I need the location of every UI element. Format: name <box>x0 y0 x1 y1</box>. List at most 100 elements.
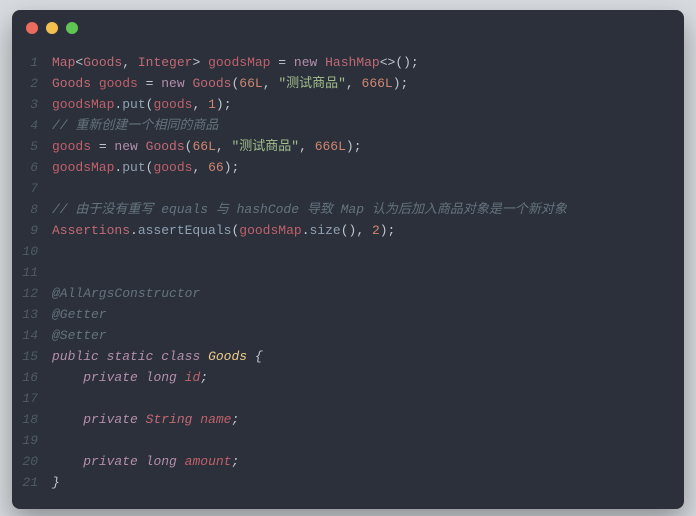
code-line[interactable]: 11 <box>12 262 684 283</box>
token: = <box>270 55 293 70</box>
code-content[interactable]: goods = new Goods(66L, "测试商品", 666L); <box>52 136 362 157</box>
token <box>99 349 107 364</box>
code-line[interactable]: 21} <box>12 472 684 493</box>
code-content[interactable]: goodsMap.put(goods, 1); <box>52 94 232 115</box>
token: // 重新创建一个相同的商品 <box>52 118 218 133</box>
token: , <box>299 139 315 154</box>
code-line[interactable]: 18 private String name; <box>12 409 684 430</box>
code-editor[interactable]: 1 Map<Goods, Integer> goodsMap = new Hash… <box>12 46 684 509</box>
token <box>52 370 83 385</box>
token <box>52 454 83 469</box>
token <box>138 139 146 154</box>
code-content[interactable]: @Getter <box>52 304 107 325</box>
token: static <box>107 349 154 364</box>
code-content[interactable]: goodsMap.put(goods, 66); <box>52 157 239 178</box>
token: = <box>138 76 161 91</box>
token: // 由于没有重写 equals 与 hashCode 导致 Map 认为后加入… <box>52 202 567 217</box>
code-content[interactable]: @Setter <box>52 325 107 346</box>
code-line[interactable]: 8// 由于没有重写 equals 与 hashCode 导致 Map 认为后加… <box>12 199 684 220</box>
line-number: 16 <box>12 367 52 388</box>
code-line[interactable]: 5goods = new Goods(66L, "测试商品", 666L); <box>12 136 684 157</box>
token: ); <box>216 97 232 112</box>
token: @Getter <box>52 307 107 322</box>
line-number: 19 <box>12 430 52 451</box>
code-content[interactable]: Assertions.assertEquals(goodsMap.size(),… <box>52 220 395 241</box>
token: > <box>192 55 208 70</box>
token: "测试商品" <box>231 139 299 154</box>
code-line[interactable]: 16 private long id; <box>12 367 684 388</box>
token: new <box>161 76 184 91</box>
token: private <box>83 412 138 427</box>
code-line[interactable]: 9Assertions.assertEquals(goodsMap.size()… <box>12 220 684 241</box>
code-line[interactable]: 1Map<Goods, Integer> goodsMap = new Hash… <box>12 52 684 73</box>
code-line[interactable]: 4// 重新创建一个相同的商品 <box>12 115 684 136</box>
code-line[interactable]: 10 <box>12 241 684 262</box>
code-line[interactable]: 7 <box>12 178 684 199</box>
token <box>177 370 185 385</box>
token: id <box>185 370 201 385</box>
token: 1 <box>208 97 216 112</box>
code-line[interactable]: 20 private long amount; <box>12 451 684 472</box>
code-content[interactable]: Goods goods = new Goods(66L, "测试商品", 666… <box>52 73 408 94</box>
code-content[interactable]: @AllArgsConstructor <box>52 283 200 304</box>
code-line[interactable]: 17 <box>12 388 684 409</box>
zoom-icon[interactable] <box>66 22 78 34</box>
code-content[interactable]: } <box>52 472 60 493</box>
code-line[interactable]: 13@Getter <box>12 304 684 325</box>
minimize-icon[interactable] <box>46 22 58 34</box>
token: goodsMap <box>239 223 301 238</box>
code-line[interactable]: 14@Setter <box>12 325 684 346</box>
token <box>138 454 146 469</box>
token: 66L <box>192 139 215 154</box>
code-line[interactable]: 15public static class Goods { <box>12 346 684 367</box>
code-line[interactable]: 3goodsMap.put(goods, 1); <box>12 94 684 115</box>
token: long <box>146 454 177 469</box>
code-content[interactable]: private long amount; <box>52 451 239 472</box>
code-line[interactable]: 19 <box>12 430 684 451</box>
token: name <box>200 412 231 427</box>
token: goodsMap <box>208 55 270 70</box>
token: public <box>52 349 99 364</box>
code-content[interactable]: private String name; <box>52 409 239 430</box>
token: private <box>83 370 138 385</box>
token: 2 <box>372 223 380 238</box>
line-number: 4 <box>12 115 52 136</box>
token: Goods <box>208 349 247 364</box>
code-content[interactable]: // 重新创建一个相同的商品 <box>52 115 218 136</box>
editor-window: 1 Map<Goods, Integer> goodsMap = new Hash… <box>12 10 684 509</box>
line-number: 8 <box>12 199 52 220</box>
code-line[interactable]: 2Goods goods = new Goods(66L, "测试商品", 66… <box>12 73 684 94</box>
line-number: 7 <box>12 178 52 199</box>
line-number: 6 <box>12 157 52 178</box>
code-content[interactable]: Map<Goods, Integer> goodsMap = new HashM… <box>52 52 419 73</box>
code-content[interactable]: private long id; <box>52 367 208 388</box>
line-number: 3 <box>12 94 52 115</box>
line-number: 5 <box>12 136 52 157</box>
token: . <box>302 223 310 238</box>
token: goods <box>153 160 192 175</box>
line-number: 15 <box>12 346 52 367</box>
code-content[interactable]: // 由于没有重写 equals 与 hashCode 导致 Map 认为后加入… <box>52 199 567 220</box>
token: ); <box>346 139 362 154</box>
token: HashMap <box>325 55 380 70</box>
token: long <box>146 370 177 385</box>
token: = <box>91 139 114 154</box>
token: . <box>130 223 138 238</box>
token: ; <box>231 412 239 427</box>
line-number: 18 <box>12 409 52 430</box>
token: , <box>216 139 232 154</box>
token: Assertions <box>52 223 130 238</box>
line-number: 10 <box>12 241 52 262</box>
line-number: 12 <box>12 283 52 304</box>
token: 66L <box>239 76 262 91</box>
code-line[interactable]: 6goodsMap.put(goods, 66); <box>12 157 684 178</box>
close-icon[interactable] <box>26 22 38 34</box>
token <box>317 55 325 70</box>
code-line[interactable]: 12@AllArgsConstructor <box>12 283 684 304</box>
token: size <box>310 223 341 238</box>
token: goodsMap <box>52 160 114 175</box>
token: put <box>122 97 145 112</box>
code-content[interactable]: public static class Goods { <box>52 346 263 367</box>
token: assertEquals <box>138 223 232 238</box>
token <box>91 76 99 91</box>
